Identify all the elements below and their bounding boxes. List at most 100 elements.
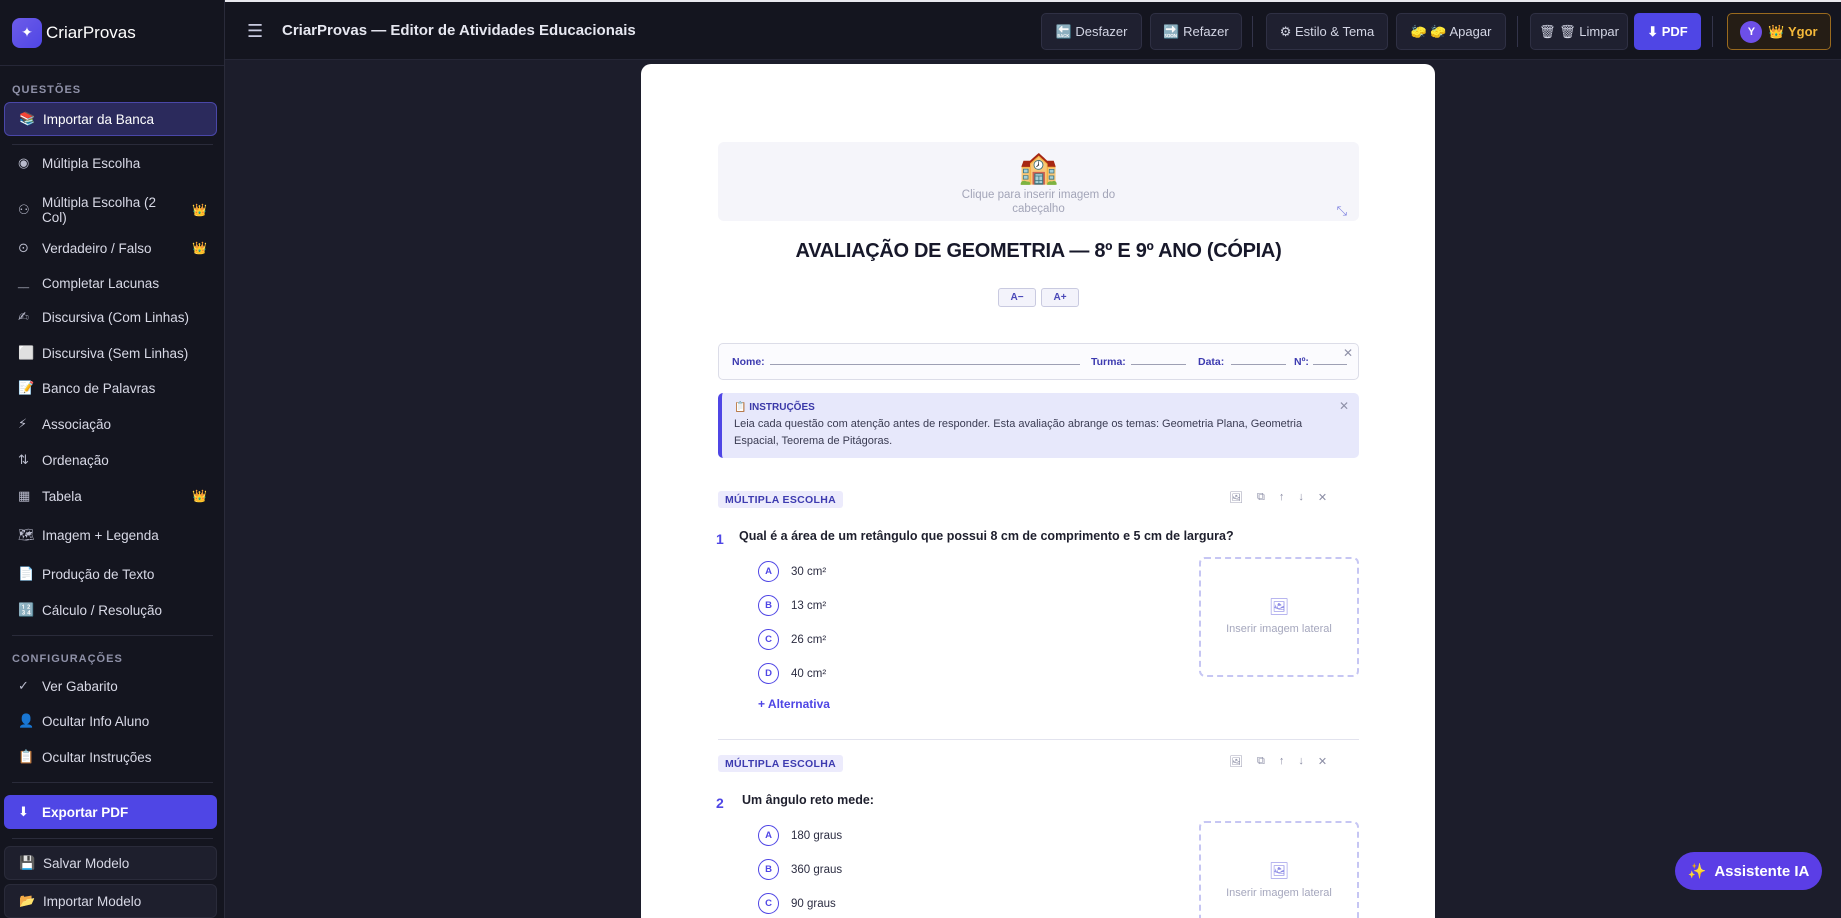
sidebar-item-text-production[interactable]: 📄 Produção de Texto (4, 557, 217, 591)
option-text[interactable]: 180 graus (791, 830, 842, 842)
option-letter[interactable]: B (758, 859, 779, 880)
exam-title[interactable]: AVALIAÇÃO DE GEOMETRIA — 8º E 9º ANO (CÓ… (718, 240, 1359, 263)
sidebar-item-table[interactable]: ▦ Tabela 👑 (4, 479, 217, 513)
font-size-controls: A− A+ (998, 288, 1079, 307)
sidebar-item-multiple-choice-2col[interactable]: ⚇ Múltipla Escolha (2 Col) 👑 (4, 190, 217, 230)
radio-icon: ◉ (18, 155, 30, 170)
option-row[interactable]: D 40 cm² (758, 663, 826, 684)
sidebar-item-hide-student-info[interactable]: 👤 Ocultar Info Aluno (4, 704, 217, 738)
sparkle-icon: ✦ (12, 17, 42, 48)
user-menu-button[interactable]: Y 👑 Ygor (1727, 13, 1831, 50)
sidebar-item-ordering[interactable]: ⇅ Ordenação (4, 443, 217, 477)
option-row[interactable]: A 30 cm² (758, 561, 826, 582)
increase-font-button[interactable]: A+ (1041, 288, 1079, 307)
date-line[interactable] (1231, 364, 1286, 365)
sidebar-item-word-bank[interactable]: 📝 Banco de Palavras (4, 371, 217, 405)
option-letter[interactable]: A (758, 561, 779, 582)
option-letter[interactable]: A (758, 825, 779, 846)
clear-button[interactable]: 🗑 🗑 Limpar (1530, 13, 1628, 50)
sidebar-item-label: Tabela (42, 488, 82, 504)
erase-button[interactable]: 🧽 🧽 Apagar (1396, 13, 1506, 50)
option-letter[interactable]: C (758, 629, 779, 650)
option-letter[interactable]: B (758, 595, 779, 616)
option-row[interactable]: B 360 graus (758, 859, 842, 880)
option-letter[interactable]: C (758, 893, 779, 914)
close-icon[interactable]: ✕ (1343, 346, 1353, 360)
sidebar-item-label: Produção de Texto (42, 566, 155, 582)
divider (12, 144, 213, 145)
redo-button[interactable]: 🔜 Refazer (1150, 13, 1242, 50)
header-image-placeholder[interactable]: 🏫 Clique para inserir imagem do cabeçalh… (718, 142, 1359, 221)
delete-icon[interactable]: ✕ (1318, 755, 1327, 768)
option-text[interactable]: 26 cm² (791, 634, 826, 646)
import-bank-label: Importar da Banca (43, 111, 155, 127)
image-icon[interactable]: 🖼 (1229, 755, 1243, 768)
duplicate-icon[interactable]: ⧉ (1257, 755, 1265, 768)
question-text[interactable]: Qual é a área de um retângulo que possui… (739, 529, 1234, 543)
brand[interactable]: ✦ CriarProvas (0, 0, 224, 66)
sidebar-item-multiple-choice[interactable]: ◉ Múltipla Escolha (4, 146, 217, 180)
import-model-button[interactable]: 📂 Importar Modelo (4, 884, 217, 918)
class-line[interactable] (1131, 364, 1186, 365)
crown-icon: 👑 (192, 241, 207, 255)
ai-assistant-label: Assistente IA (1714, 862, 1810, 880)
instructions-text[interactable]: Leia cada questão com atenção antes de r… (734, 416, 1347, 450)
import-bank-button[interactable]: 📚 Importar da Banca (4, 102, 217, 136)
columns-icon: ⚇ (18, 202, 30, 217)
option-row[interactable]: B 13 cm² (758, 595, 826, 616)
sidebar-item-fill-blanks[interactable]: __ Completar Lacunas (4, 266, 217, 300)
option-row[interactable]: C 90 graus (758, 893, 836, 914)
question-text[interactable]: Um ângulo reto mede: (742, 793, 874, 807)
arrow-up-icon[interactable]: ↑ (1279, 491, 1285, 504)
divider (12, 635, 213, 636)
sidebar-item-image-caption[interactable]: 🗺 Imagem + Legenda (4, 518, 217, 552)
exam-paper: 🏫 Clique para inserir imagem do cabeçalh… (641, 64, 1435, 918)
option-text[interactable]: 360 graus (791, 864, 842, 876)
arrow-down-icon[interactable]: ↓ (1298, 755, 1304, 768)
hamburger-menu-icon[interactable]: ☰ (247, 21, 263, 42)
name-line[interactable] (770, 364, 1080, 365)
user-icon: 👤 (18, 713, 35, 728)
question-number: 1 (716, 531, 724, 547)
option-row[interactable]: C 26 cm² (758, 629, 826, 650)
option-letter[interactable]: D (758, 663, 779, 684)
underline-icon: __ (18, 277, 30, 289)
arrow-down-icon[interactable]: ↓ (1298, 491, 1304, 504)
sidebar-item-association[interactable]: ⚡ Associação (4, 407, 217, 441)
arrow-up-icon[interactable]: ↑ (1279, 755, 1285, 768)
sidebar-item-calculation[interactable]: 🔢 Cálculo / Resolução (4, 593, 217, 627)
save-model-button[interactable]: 💾 Salvar Modelo (4, 846, 217, 880)
option-text[interactable]: 30 cm² (791, 566, 826, 578)
sidebar-item-true-false[interactable]: ⊙ Verdadeiro / Falso 👑 (4, 231, 217, 265)
delete-icon[interactable]: ✕ (1318, 491, 1327, 504)
resize-icon[interactable]: ⤡ (1337, 203, 1347, 219)
option-text[interactable]: 13 cm² (791, 600, 826, 612)
export-pdf-button[interactable]: ⬇ Exportar PDF (4, 795, 217, 829)
pdf-button[interactable]: ⬇ PDF (1634, 13, 1701, 50)
duplicate-icon[interactable]: ⧉ (1257, 491, 1265, 504)
square-icon: ⬜ (18, 345, 35, 360)
undo-button[interactable]: 🔙 Desfazer (1041, 13, 1142, 50)
close-icon[interactable]: ✕ (1339, 399, 1349, 413)
image-icon[interactable]: 🖼 (1229, 491, 1243, 504)
option-row[interactable]: A 180 graus (758, 825, 842, 846)
instructions-title: 📋 INSTRUÇÕES (734, 402, 815, 413)
date-label: Data: (1198, 356, 1225, 368)
sidebar-item-discursive-lines[interactable]: ✍ Discursiva (Com Linhas) (4, 300, 217, 334)
option-text[interactable]: 90 graus (791, 898, 836, 910)
option-text[interactable]: 40 cm² (791, 668, 826, 680)
sidebar-item-discursive-no-lines[interactable]: ⬜ Discursiva (Sem Linhas) (4, 336, 217, 370)
map-icon: 🗺 (18, 527, 35, 542)
number-line[interactable] (1313, 364, 1347, 365)
folder-icon: 📂 (19, 893, 36, 908)
style-theme-button[interactable]: ⚙ Estilo & Tema (1266, 13, 1388, 50)
add-alternative-button[interactable]: + Alternativa (758, 697, 830, 711)
side-image-placeholder[interactable]: 🖼 Inserir imagem lateral (1199, 821, 1359, 918)
ai-assistant-button[interactable]: ✨ Assistente IA (1675, 852, 1822, 890)
sidebar-item-show-answers[interactable]: ✓ Ver Gabarito (4, 669, 217, 703)
side-image-placeholder[interactable]: 🖼 Inserir imagem lateral (1199, 557, 1359, 677)
decrease-font-button[interactable]: A− (998, 288, 1036, 307)
sidebar-item-label: Completar Lacunas (42, 275, 160, 291)
books-icon: 📚 (19, 111, 36, 126)
sidebar-item-hide-instructions[interactable]: 📋 Ocultar Instruções (4, 740, 217, 774)
